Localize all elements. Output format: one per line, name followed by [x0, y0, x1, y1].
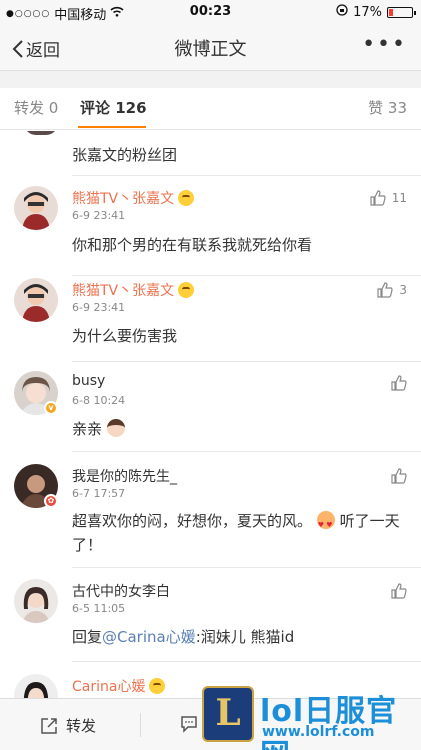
comment-text: 回复@Carina心媛:润妹儿 熊猫id [72, 625, 405, 649]
commenter-name[interactable]: 熊猫TV丶张嘉文 [72, 280, 174, 300]
repost-button[interactable]: 转发 [40, 715, 96, 736]
verified-badge-icon: ✿ [44, 494, 58, 508]
reply-prefix: 回复 [72, 628, 103, 646]
commenter-name[interactable]: 古代中的女李白 [72, 581, 170, 601]
battery-level [389, 8, 393, 16]
watermark-url: www.lolrf.com [262, 724, 375, 740]
watermark: L lol日服官网 www.lolrf.com [202, 686, 417, 750]
comment-icon [181, 716, 197, 733]
tab-comments[interactable]: 评论 126 [80, 97, 147, 118]
active-tab-indicator [78, 126, 146, 128]
share-icon [41, 717, 57, 734]
comment-time: 6-9 23:41 [72, 209, 126, 222]
comment-text: 亲亲 [72, 420, 103, 438]
comment-button[interactable] [180, 715, 198, 733]
section-gap [0, 70, 421, 88]
comment-time: 6-8 10:24 [72, 394, 126, 407]
page-title: 微博正文 [174, 39, 247, 60]
status-bar: ●○○○○ 中国移动 00:23 17% [0, 0, 421, 24]
battery-icon [387, 6, 416, 18]
battery-percent: 17% [353, 4, 382, 20]
lol-logo-icon: L [202, 686, 254, 742]
avatar[interactable] [14, 579, 58, 623]
more-icon[interactable]: ••• [362, 32, 407, 57]
crying-face-icon [178, 282, 195, 298]
crying-face-icon [178, 190, 195, 206]
tab-bar: 转发 0 评论 126 赞 33 [0, 88, 421, 130]
commenter-name[interactable]: Carina心媛 [72, 676, 145, 696]
comment-time: 6-7 17:57 [72, 487, 126, 500]
comment-time: 6-9 23:41 [72, 301, 126, 314]
girl-face-icon [106, 419, 125, 437]
tab-likes[interactable]: 赞 33 [368, 97, 407, 118]
thumbs-up-icon [370, 190, 386, 206]
comment-text: 超喜欢你的闷，好想你，夏天的风。 听了一天了！ [72, 509, 405, 557]
avatar[interactable] [14, 278, 58, 322]
verified-badge-icon: v [44, 401, 58, 415]
commenter-name[interactable]: 我是你的陈先生_ [72, 466, 177, 486]
avatar[interactable] [14, 186, 58, 230]
comment-list[interactable]: 张嘉文的粉丝团 熊猫TV丶张嘉文 6-9 23:41 11 你和那个男的在有联系… [0, 131, 421, 698]
like-count: 11 [391, 191, 407, 205]
comment-text-part: 超喜欢你的闷，好想你，夏天的风。 [72, 512, 313, 530]
like-count: 3 [399, 283, 407, 297]
mention-link[interactable]: @Carina心媛 [102, 628, 196, 646]
thumbs-up-icon [391, 375, 407, 391]
comment-text: 为什么要伤害我 [72, 327, 178, 345]
watermark-title: lol日服官网 [260, 694, 398, 750]
nav-bar: 返回 微博正文 ••• [0, 24, 421, 70]
like-button[interactable] [391, 468, 407, 484]
comment-time: 6-5 11:05 [72, 602, 126, 615]
comment-text: 张嘉文的粉丝团 [72, 146, 178, 164]
like-button[interactable] [391, 375, 407, 391]
tab-reposts[interactable]: 转发 0 [14, 97, 58, 118]
thumbs-up-icon [377, 282, 393, 298]
commenter-name[interactable]: busy [72, 373, 105, 389]
rotation-lock-icon [336, 4, 348, 20]
thumbs-up-icon [391, 468, 407, 484]
like-button[interactable] [391, 583, 407, 599]
crying-face-icon [149, 678, 166, 694]
reply-text: :润妹儿 熊猫id [195, 628, 295, 646]
avatar[interactable] [24, 131, 58, 135]
commenter-name[interactable]: 熊猫TV丶张嘉文 [72, 188, 174, 208]
heart-eyes-icon [316, 511, 335, 537]
like-button[interactable]: 3 [377, 282, 407, 298]
comment-text: 你和那个男的在有联系我就死给你看 [72, 236, 313, 254]
like-button[interactable]: 11 [370, 190, 407, 206]
repost-label: 转发 [66, 717, 97, 735]
avatar[interactable] [14, 674, 58, 698]
thumbs-up-icon [391, 583, 407, 599]
